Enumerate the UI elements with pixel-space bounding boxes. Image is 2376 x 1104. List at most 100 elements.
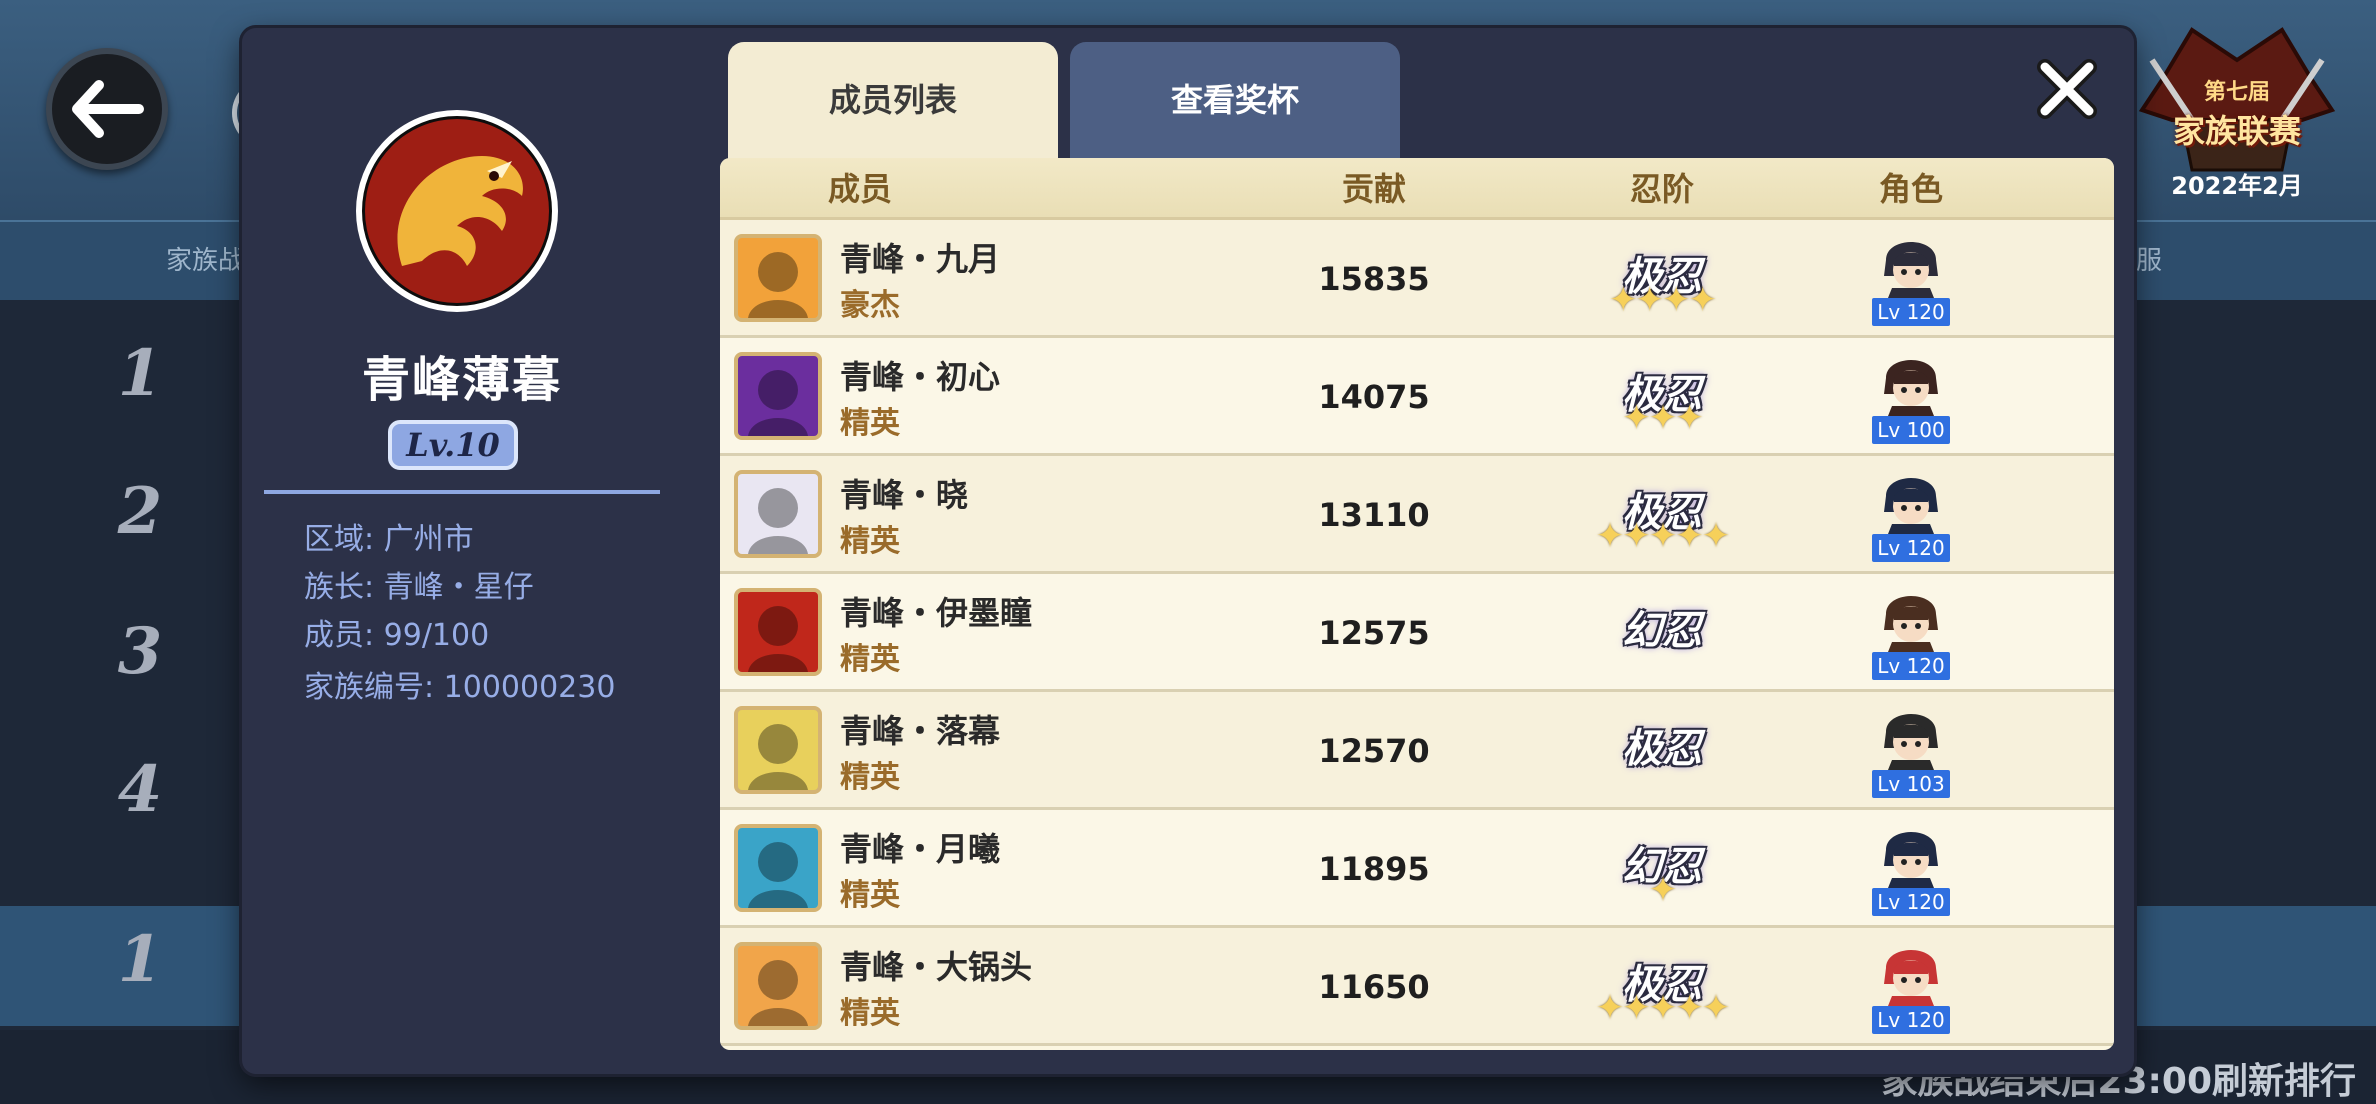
table-row[interactable]: 青峰・伊墨瞳 精英 12575 幻忍 Lv 120: [720, 574, 2114, 692]
member-avatar-icon[interactable]: [734, 352, 822, 440]
table-row[interactable]: 青峰・大锅头 精英 11650 极忍 ✦✦✦✦✦ Lv 120: [720, 928, 2114, 1046]
family-name: 青峰薄暮: [361, 352, 562, 408]
character-icon: [1880, 348, 1942, 416]
member-contribution: 14075: [1318, 378, 1430, 416]
character-level-badge: Lv 120: [1872, 652, 1950, 680]
character-portrait[interactable]: Lv 103: [1872, 702, 1950, 800]
family-member-count: 成员: 99/100: [304, 618, 490, 653]
character-level-badge: Lv 120: [1872, 888, 1950, 916]
tab-member-list[interactable]: 成员列表: [728, 42, 1058, 162]
character-portrait[interactable]: Lv 120: [1872, 584, 1950, 682]
member-name: 青峰・伊墨瞳: [840, 594, 1033, 632]
character-portrait[interactable]: Lv 100: [1872, 348, 1950, 446]
member-name: 青峰・九月: [840, 240, 1001, 278]
character-portrait[interactable]: Lv 120: [1872, 820, 1950, 918]
event-date-label: 2022年2月: [2171, 172, 2303, 200]
member-contribution: 15835: [1318, 260, 1430, 298]
rank-stars-icon: ✦✦✦✦: [1609, 280, 1717, 320]
rank-stars-icon: ✦✦✦✦✦: [1595, 988, 1730, 1028]
member-contribution: 12575: [1318, 614, 1430, 652]
back-button[interactable]: [46, 48, 168, 170]
family-level-badge: Lv.10: [388, 420, 518, 470]
rank-number: 3: [117, 614, 163, 689]
info-divider: [264, 490, 660, 494]
member-avatar-icon[interactable]: [734, 470, 822, 558]
rank-stars-icon: ✦✦✦: [1622, 398, 1703, 438]
dragon-emblem-icon: [365, 119, 549, 303]
column-header-ninja-rank: 忍阶: [1629, 170, 1694, 208]
rank-stars-icon: ✦: [1648, 870, 1678, 910]
table-row[interactable]: 青峰・九月豪杰 15835 极忍 ✦✦✦✦ Lv 120: [720, 220, 2114, 338]
character-level-badge: Lv 100: [1872, 416, 1950, 444]
table-row[interactable]: 青峰・落幕精英 12570 极忍 Lv 103: [720, 692, 2114, 810]
member-title: 豪杰: [840, 288, 900, 323]
member-contribution: 12570: [1318, 732, 1430, 770]
column-header-character: 角色: [1878, 170, 1943, 208]
member-title: 精英: [840, 996, 900, 1031]
member-contribution: 11895: [1318, 850, 1430, 888]
member-name: 青峰・落幕: [840, 712, 1001, 750]
member-avatar-icon[interactable]: [734, 706, 822, 794]
family-leader: 族长: 青峰・星仔: [304, 570, 534, 605]
family-id: 家族编号: 100000230: [304, 670, 616, 705]
member-title: 精英: [840, 406, 900, 441]
rank-number: 4: [117, 752, 163, 827]
character-icon: [1880, 230, 1942, 298]
character-level-badge: Lv 120: [1872, 1006, 1950, 1034]
event-name-label: 家族联赛: [2172, 112, 2301, 150]
tab-view-trophies[interactable]: 查看奖杯: [1070, 42, 1400, 160]
event-edition-label: 第七届: [2203, 80, 2270, 105]
ninja-rank-badge: 极忍 ✦✦✦✦: [1564, 226, 1760, 330]
member-avatar-icon[interactable]: [734, 234, 822, 322]
member-avatar-icon[interactable]: [734, 824, 822, 912]
character-icon: [1880, 466, 1942, 534]
my-rank-number: 1: [117, 922, 163, 997]
character-portrait[interactable]: Lv 120: [1872, 938, 1950, 1036]
ninja-rank-label: 极忍: [1622, 725, 1702, 772]
member-avatar-icon[interactable]: [734, 942, 822, 1030]
character-icon: [1880, 938, 1942, 1006]
background-tab-server[interactable]: 服: [2136, 240, 2162, 277]
member-title: 精英: [840, 642, 900, 677]
member-contribution: 11650: [1318, 968, 1430, 1006]
character-level-badge: Lv 103: [1872, 770, 1950, 798]
ninja-rank-badge: 极忍: [1564, 698, 1760, 802]
character-portrait[interactable]: Lv 120: [1872, 466, 1950, 564]
column-header-member: 成员: [827, 170, 892, 208]
family-emblem: [356, 110, 558, 312]
rank-number: 2: [117, 474, 163, 549]
close-icon: [2037, 59, 2097, 119]
member-title: 精英: [840, 878, 900, 913]
ninja-rank-badge: 幻忍: [1564, 580, 1760, 684]
rank-stars-icon: ✦✦✦✦✦: [1595, 516, 1730, 556]
ninja-rank-badge: 极忍 ✦✦✦✦✦: [1564, 934, 1760, 1038]
member-name: 青峰・月曦: [840, 830, 1001, 868]
member-name: 青峰・大锅头: [840, 948, 1033, 986]
member-contribution: 13110: [1318, 496, 1430, 534]
table-row[interactable]: 青峰・月曦精英 11895 幻忍 ✦ Lv 120: [720, 810, 2114, 928]
table-header: 成员 贡献 忍阶 角色: [720, 158, 2114, 220]
character-portrait[interactable]: Lv 120: [1872, 230, 1950, 328]
family-region: 区域: 广州市: [304, 522, 474, 557]
column-header-contribution: 贡献: [1341, 170, 1406, 208]
member-name: 青峰・晓: [840, 476, 969, 514]
member-table: 成员 贡献 忍阶 角色 青峰・九月 豪杰 15835 极忍 ✦✦✦✦ Lv 120 青峰・初…: [720, 158, 2114, 1050]
table-row[interactable]: 青峰・晓精英 13110 极忍 ✦✦✦✦✦ Lv 120: [720, 456, 2114, 574]
member-avatar-icon[interactable]: [734, 588, 822, 676]
rank-number: 1: [117, 336, 163, 411]
character-level-badge: Lv 120: [1872, 298, 1950, 326]
ninja-rank-label: 幻忍: [1622, 607, 1702, 654]
character-icon: [1880, 702, 1942, 770]
ninja-rank-badge: 极忍 ✦✦✦: [1564, 344, 1760, 448]
member-title: 精英: [840, 760, 900, 795]
member-name: 青峰・初心: [840, 358, 1001, 396]
character-icon: [1880, 820, 1942, 888]
background-tab-family-battle[interactable]: 家族战: [166, 240, 244, 277]
member-title: 精英: [840, 524, 900, 559]
table-row[interactable]: 青峰・初心精英 14075 极忍 ✦✦✦ Lv 100: [720, 338, 2114, 456]
character-level-badge: Lv 120: [1872, 534, 1950, 562]
ninja-rank-badge: 极忍 ✦✦✦✦✦: [1564, 462, 1760, 566]
ninja-rank-badge: 幻忍 ✦: [1564, 816, 1760, 920]
character-icon: [1880, 584, 1942, 652]
close-button[interactable]: [2032, 54, 2102, 124]
